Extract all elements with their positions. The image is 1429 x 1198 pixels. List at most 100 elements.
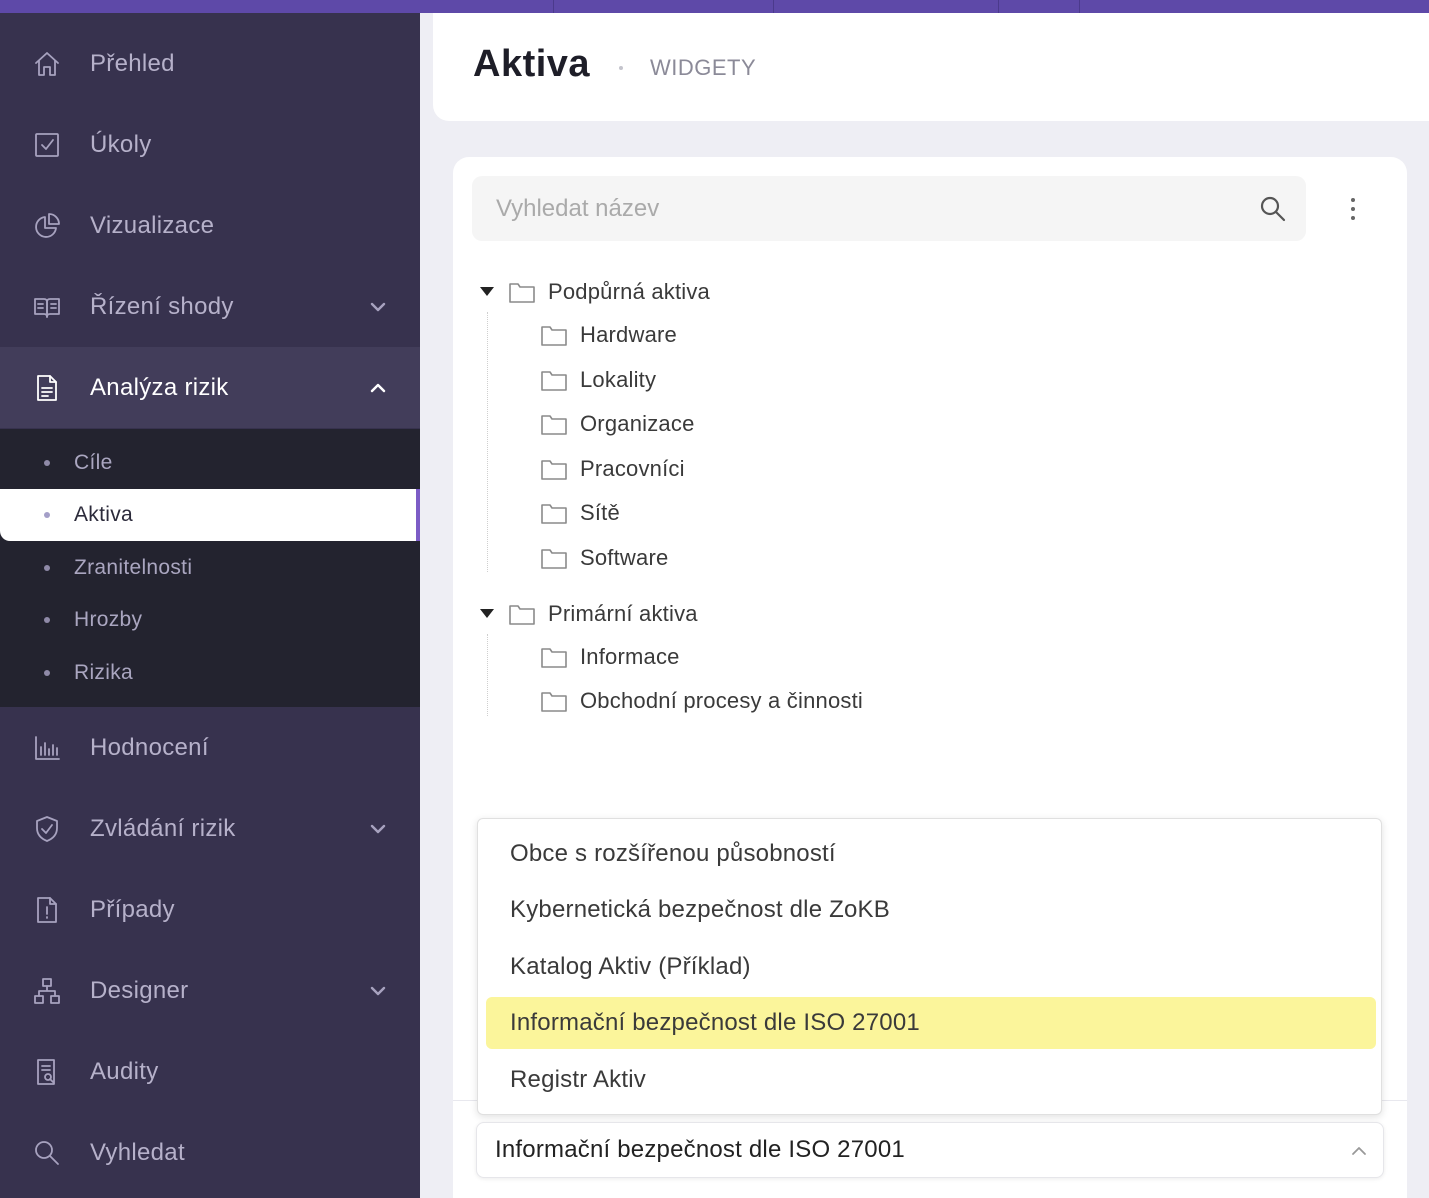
tree-node-site[interactable]: Sítě <box>512 496 812 532</box>
bullet-icon <box>44 565 50 571</box>
dropdown-option-label: Obce s rozšířenou působností <box>510 840 836 867</box>
sidebar-item-pripady[interactable]: Případy <box>0 869 420 950</box>
sidebar-item-designer[interactable]: Designer <box>0 950 420 1031</box>
caret-down-icon[interactable] <box>480 609 494 618</box>
home-icon <box>32 49 62 79</box>
folder-icon <box>509 603 535 625</box>
folder-icon <box>541 646 567 668</box>
sidebar-item-label: Designer <box>90 976 189 1004</box>
tree-node-label: Primární aktiva <box>548 601 698 626</box>
book-icon <box>32 292 62 322</box>
folder-icon <box>541 502 567 524</box>
sidebar-item-label: Vizualizace <box>90 211 215 239</box>
page-header: Aktiva WIDGETY <box>433 13 1429 121</box>
tree-node-label: Podpůrná aktiva <box>548 279 710 304</box>
tree-node-podpurna-aktiva[interactable]: Podpůrná aktiva <box>480 275 780 311</box>
catalog-select-value: Informační bezpečnost dle ISO 27001 <box>495 1136 905 1163</box>
folder-icon <box>509 281 535 303</box>
shield-check-icon <box>32 814 62 844</box>
document-alert-icon <box>32 895 62 925</box>
bullet-icon <box>44 670 50 676</box>
sidebar-item-label: Úkoly <box>90 130 152 158</box>
sidebar-item-vizualizace[interactable]: Vizualizace <box>0 185 420 266</box>
kebab-dot <box>1351 198 1355 202</box>
submenu-item-label: Rizika <box>74 661 133 684</box>
top-bar-divider <box>998 0 999 13</box>
top-bar <box>0 0 1429 13</box>
tree-node-label: Pracovníci <box>580 456 685 481</box>
submenu-analyza-rizik: Cíle Aktiva Zranitelnosti Hrozby Rizika <box>0 429 420 707</box>
submenu-item-zranitelnosti[interactable]: Zranitelnosti <box>0 542 420 594</box>
caret-down-icon[interactable] <box>480 287 494 296</box>
submenu-item-aktiva[interactable]: Aktiva <box>0 489 416 541</box>
sidebar-item-analyza-rizik[interactable]: Analýza rizik <box>0 347 420 428</box>
sidebar-item-label: Vyhledat <box>90 1138 185 1166</box>
breadcrumb-separator <box>619 66 623 70</box>
tree-guide-line <box>487 312 488 572</box>
dropdown-option-label: Informační bezpečnost dle ISO 27001 <box>510 1009 920 1036</box>
pie-chart-icon <box>32 211 62 241</box>
dropdown-option[interactable]: Registr Aktiv <box>486 1054 1376 1106</box>
tree-node-obchodni-procesy[interactable]: Obchodní procesy a činnosti <box>512 684 912 720</box>
submenu-item-label: Zranitelnosti <box>74 556 193 579</box>
bar-chart-icon <box>32 733 62 763</box>
sidebar-item-zvladani-rizik[interactable]: Zvládání rizik <box>0 788 420 869</box>
bullet-icon <box>44 617 50 623</box>
folder-icon <box>541 324 567 346</box>
sidebar-item-label: Analýza rizik <box>90 373 229 401</box>
tree-node-organizace[interactable]: Organizace <box>512 407 812 443</box>
chevron-down-icon[interactable] <box>366 979 390 1003</box>
sidebar-item-hodnoceni[interactable]: Hodnocení <box>0 707 420 788</box>
top-bar-divider <box>1079 0 1080 13</box>
checkbox-icon <box>32 130 62 160</box>
chevron-down-icon[interactable] <box>366 817 390 841</box>
dropdown-option[interactable]: Obce s rozšířenou působností <box>486 828 1376 880</box>
tree-node-lokality[interactable]: Lokality <box>512 363 812 399</box>
audit-icon <box>32 1057 62 1087</box>
chevron-up-icon[interactable] <box>366 376 390 400</box>
submenu-item-hrozby[interactable]: Hrozby <box>0 594 420 646</box>
sidebar-item-prehled[interactable]: Přehled <box>0 23 420 104</box>
tree-node-informace[interactable]: Informace <box>512 640 912 676</box>
tree-node-label: Software <box>580 545 669 570</box>
search-box <box>472 176 1306 241</box>
more-options-icon[interactable] <box>1340 194 1366 224</box>
chevron-down-icon[interactable] <box>366 295 390 319</box>
dropdown-option-highlighted[interactable]: Informační bezpečnost dle ISO 27001 <box>486 997 1376 1049</box>
dropdown-option[interactable]: Kybernetická bezpečnost dle ZoKB <box>486 884 1376 936</box>
hierarchy-icon <box>32 976 62 1006</box>
folder-icon <box>541 690 567 712</box>
chevron-up-icon[interactable] <box>1349 1141 1369 1161</box>
kebab-dot <box>1351 207 1355 211</box>
sidebar-item-label: Hodnocení <box>90 733 209 761</box>
submenu-item-cile[interactable]: Cíle <box>0 437 420 489</box>
breadcrumb[interactable]: WIDGETY <box>650 55 756 81</box>
submenu-item-label: Hrozby <box>74 608 143 631</box>
submenu-item-rizika[interactable]: Rizika <box>0 647 420 699</box>
sidebar-item-ukoly[interactable]: Úkoly <box>0 104 420 185</box>
dropdown-option[interactable]: Katalog Aktiv (Příklad) <box>486 941 1376 993</box>
tree-node-primarni-aktiva[interactable]: Primární aktiva <box>480 597 780 633</box>
sidebar-item-label: Zvládání rizik <box>90 814 236 842</box>
bullet-icon <box>44 460 50 466</box>
tree-node-label: Organizace <box>580 411 695 436</box>
sidebar-item-label: Audity <box>90 1057 159 1085</box>
submenu-item-label: Aktiva <box>74 503 133 526</box>
sidebar: Přehled Úkoly Vizualizace Řízení shody A… <box>0 13 420 1198</box>
page-title: Aktiva <box>473 43 591 85</box>
search-input[interactable] <box>496 176 1236 241</box>
submenu-item-label: Cíle <box>74 451 113 474</box>
sidebar-item-label: Přehled <box>90 49 175 77</box>
catalog-select[interactable]: Informační bezpečnost dle ISO 27001 <box>476 1122 1384 1178</box>
sidebar-item-rizeni-shody[interactable]: Řízení shody <box>0 266 420 347</box>
tree-node-label: Obchodní procesy a činnosti <box>580 688 863 713</box>
tree-node-hardware[interactable]: Hardware <box>512 318 812 354</box>
sidebar-item-vyhledat[interactable]: Vyhledat <box>0 1112 420 1193</box>
search-icon[interactable] <box>1259 195 1287 223</box>
sidebar-item-audity[interactable]: Audity <box>0 1031 420 1112</box>
dropdown-option-label: Registr Aktiv <box>510 1066 646 1093</box>
folder-icon <box>541 547 567 569</box>
folder-icon <box>541 413 567 435</box>
tree-node-pracovnici[interactable]: Pracovníci <box>512 452 812 488</box>
tree-node-software[interactable]: Software <box>512 541 812 577</box>
